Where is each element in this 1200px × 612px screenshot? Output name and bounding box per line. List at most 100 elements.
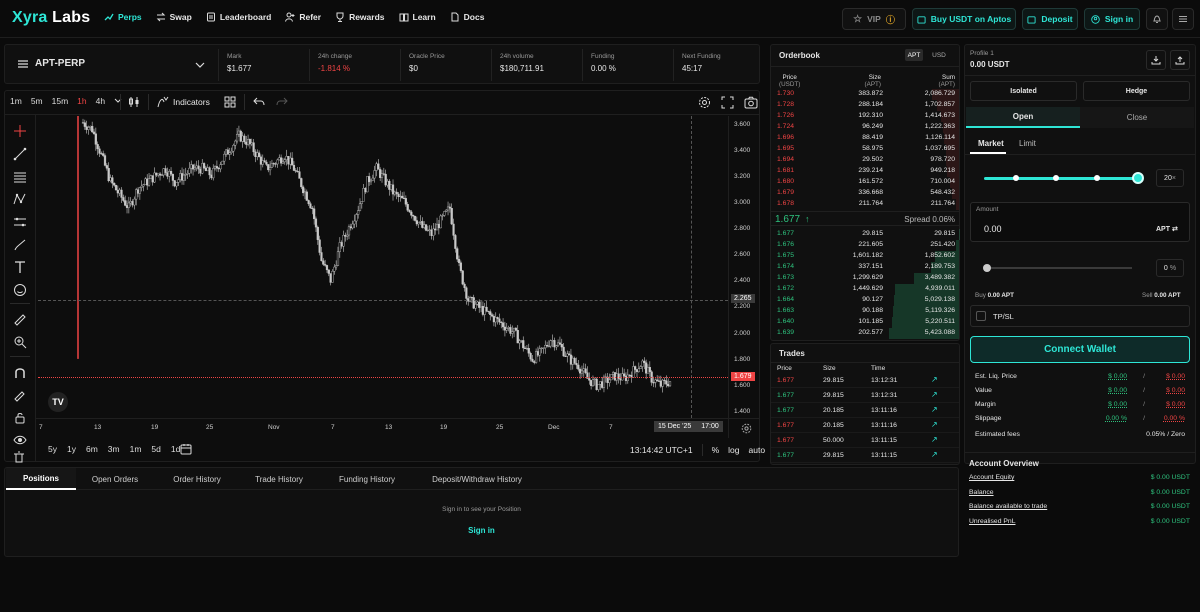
bid-row[interactable]: 1.677 29.815 29.815: [771, 229, 959, 240]
fullscreen-icon[interactable]: [721, 96, 734, 109]
auto-toggle[interactable]: auto: [749, 445, 766, 455]
bid-row[interactable]: 1.639 202.577 5,423.088: [771, 328, 959, 339]
tab-close[interactable]: Close: [1080, 107, 1194, 128]
ask-row[interactable]: 1.680 161.572 710.004: [771, 177, 959, 188]
positions-signin-link[interactable]: Sign in: [4, 526, 959, 535]
redo-icon[interactable]: [276, 97, 288, 107]
nav-rewards[interactable]: Rewards: [335, 12, 385, 22]
emoji-tool[interactable]: [12, 282, 28, 298]
ask-row[interactable]: 1.728 288.184 1,702.857: [771, 100, 959, 111]
mode-hedge-button[interactable]: Hedge: [1083, 81, 1190, 101]
bid-row[interactable]: 1.675 1,601.182 1,852.602: [771, 251, 959, 262]
magnet-tool[interactable]: [12, 365, 28, 381]
tab-open-orders[interactable]: Open Orders: [82, 468, 148, 490]
bid-row[interactable]: 1.672 1,449.629 4,939.011: [771, 284, 959, 295]
settings-icon[interactable]: [698, 96, 711, 109]
nav-perps[interactable]: Perps: [104, 12, 142, 22]
percent-slider[interactable]: [986, 267, 1132, 269]
tf-4h[interactable]: 4h: [96, 96, 105, 106]
range-1m[interactable]: 1m: [130, 444, 142, 454]
range-5d[interactable]: 5d: [151, 444, 160, 454]
trade-row[interactable]: 1.677 29.815 13:11:15 ↗: [771, 448, 959, 463]
zoom-tool[interactable]: [12, 334, 28, 350]
tab-open[interactable]: Open: [966, 107, 1080, 128]
pattern-tool[interactable]: [12, 191, 28, 207]
ask-row[interactable]: 1.695 58.975 1,037.695: [771, 144, 959, 155]
ask-row[interactable]: 1.696 88.419 1,126.114: [771, 133, 959, 144]
ask-row[interactable]: 1.679 336.668 548.432: [771, 188, 959, 199]
order-type-market[interactable]: Market: [978, 139, 1004, 148]
fib-tool[interactable]: [12, 169, 28, 185]
tab-trade-history[interactable]: Trade History: [246, 468, 312, 490]
tf-1h[interactable]: 1h: [77, 96, 86, 106]
tab-funding-history[interactable]: Funding History: [330, 468, 404, 490]
amount-unit-toggle[interactable]: APT ⇄: [1156, 225, 1178, 234]
ask-row[interactable]: 1.724 96.249 1,222.363: [771, 122, 959, 133]
undo-icon[interactable]: [253, 97, 265, 107]
deposit-button[interactable]: Deposit: [1022, 8, 1078, 30]
brush-tool[interactable]: [12, 237, 28, 253]
price-chart-canvas[interactable]: [38, 116, 728, 418]
tf-5m[interactable]: 5m: [31, 96, 43, 106]
amount-field[interactable]: [970, 202, 1190, 242]
indicators-button[interactable]: Indicators: [157, 96, 210, 108]
bid-row[interactable]: 1.673 1,299.629 3,489.382: [771, 273, 959, 284]
tab-deposit-withdraw-history[interactable]: Deposit/Withdraw History: [424, 468, 530, 490]
trendline-tool[interactable]: [12, 146, 28, 162]
nav-leaderboard[interactable]: Leaderboard: [206, 12, 271, 22]
tpsl-checkbox[interactable]: [976, 311, 986, 321]
gear-icon[interactable]: [741, 423, 752, 434]
trade-row[interactable]: 1.677 29.815 13:12:31 ↗: [771, 388, 959, 403]
external-link-icon[interactable]: ↗: [931, 435, 938, 444]
external-link-icon[interactable]: ↗: [931, 450, 938, 459]
range-1d[interactable]: 1d: [171, 444, 180, 454]
range-1y[interactable]: 1y: [67, 444, 76, 454]
menu-button[interactable]: [1172, 8, 1194, 30]
ask-row[interactable]: 1.681 239.214 949.218: [771, 166, 959, 177]
margin-isolated-button[interactable]: Isolated: [970, 81, 1077, 101]
range-3m[interactable]: 3m: [108, 444, 120, 454]
vip-button[interactable]: ☆ VIP ⓘ: [842, 8, 906, 30]
percent-toggle[interactable]: %: [712, 445, 720, 455]
log-toggle[interactable]: log: [728, 445, 739, 455]
bid-row[interactable]: 1.640 101.185 5,220.511: [771, 317, 959, 328]
tf-1m[interactable]: 1m: [10, 96, 22, 106]
buy-usdt-button[interactable]: Buy USDT on Aptos: [912, 8, 1016, 30]
crosshair-tool[interactable]: [12, 123, 28, 139]
amount-value[interactable]: 0.00: [984, 224, 1002, 234]
connect-wallet-button[interactable]: Connect Wallet: [970, 336, 1190, 363]
symbol-selector[interactable]: APT-PERP: [17, 58, 85, 69]
visibility-tool[interactable]: [12, 432, 28, 448]
ask-row[interactable]: 1.678 211.764 211.764: [771, 199, 959, 210]
signin-button[interactable]: Sign in: [1084, 8, 1140, 30]
ruler-tool[interactable]: [12, 312, 28, 328]
notifications-button[interactable]: [1146, 8, 1168, 30]
leverage-input[interactable]: 20 ×: [1156, 169, 1184, 187]
trade-row[interactable]: 1.677 20.185 13:11:16 ↗: [771, 418, 959, 433]
camera-icon[interactable]: [744, 96, 758, 109]
orderbook-unit-apt[interactable]: APT: [905, 49, 923, 61]
external-link-icon[interactable]: ↗: [931, 390, 938, 399]
logo[interactable]: Xyra Labs: [12, 9, 90, 27]
withdraw-button[interactable]: [1146, 50, 1166, 70]
bid-row[interactable]: 1.664 90.127 5,029.138: [771, 295, 959, 306]
tradingview-logo[interactable]: TV: [48, 392, 68, 412]
text-tool[interactable]: [12, 259, 28, 275]
nav-swap[interactable]: Swap: [156, 12, 192, 22]
calendar-icon[interactable]: [180, 443, 192, 455]
nav-refer[interactable]: Refer: [285, 12, 321, 22]
chevron-down-icon[interactable]: [195, 61, 205, 69]
external-link-icon[interactable]: ↗: [931, 405, 938, 414]
bid-row[interactable]: 1.676 221.605 251.420: [771, 240, 959, 251]
ask-row[interactable]: 1.694 29.502 978.720: [771, 155, 959, 166]
forecast-tool[interactable]: [12, 214, 28, 230]
range-6m[interactable]: 6m: [86, 444, 98, 454]
range-5y[interactable]: 5y: [48, 444, 57, 454]
lock-draw-tool[interactable]: [12, 387, 28, 403]
deposit-icon-button[interactable]: [1170, 50, 1190, 70]
trade-row[interactable]: 1.677 50.000 13:11:15 ↗: [771, 433, 959, 448]
percent-input[interactable]: 0%: [1156, 259, 1184, 277]
ask-row[interactable]: 1.730 383.872 2,086.729: [771, 89, 959, 100]
nav-docs[interactable]: Docs: [450, 12, 484, 22]
order-type-limit[interactable]: Limit: [1019, 139, 1036, 148]
